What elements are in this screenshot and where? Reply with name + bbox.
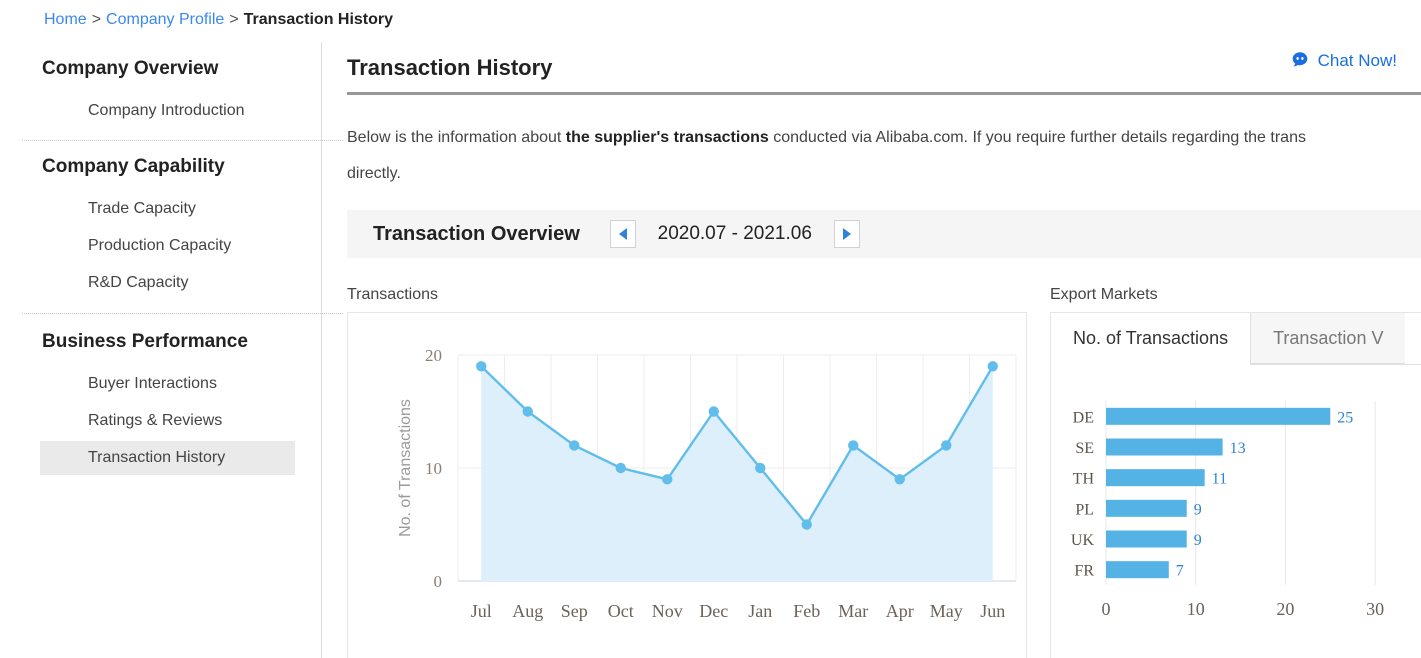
svg-text:Sep: Sep — [561, 601, 588, 621]
title-underline — [347, 92, 1421, 95]
export-markets-tabs: No. of Transactions Transaction V — [1051, 313, 1421, 365]
export-markets-caption: Export Markets — [1050, 286, 1158, 303]
sidebar-section-business-performance: Business Performance Buyer Interactions … — [0, 331, 321, 475]
chat-now-label: Chat Now! — [1317, 51, 1397, 70]
prev-period-button[interactable] — [609, 220, 636, 248]
intro-text-part1: Below is the information about — [347, 129, 566, 146]
svg-text:10: 10 — [1187, 599, 1205, 619]
breadcrumb-separator: > — [91, 11, 102, 28]
svg-text:Dec: Dec — [699, 601, 728, 621]
sidebar-divider — [22, 140, 343, 141]
page-title: Transaction History — [347, 55, 553, 80]
svg-text:Nov: Nov — [652, 601, 683, 621]
svg-text:Feb: Feb — [793, 601, 820, 621]
sidebar-item-company-introduction[interactable]: Company Introduction — [40, 94, 295, 128]
transaction-overview-bar: Transaction Overview 2020.07 - 2021.06 — [347, 210, 1421, 258]
sidebar: Company Overview Company Introduction Co… — [0, 42, 343, 658]
svg-text:May: May — [930, 601, 963, 621]
svg-text:30: 30 — [1366, 599, 1384, 619]
svg-text:TH: TH — [1073, 471, 1095, 488]
sidebar-section-company-overview: Company Overview Company Introduction — [0, 58, 321, 128]
date-range-navigator: 2020.07 - 2021.06 — [609, 220, 860, 248]
sidebar-section-title: Company Capability — [42, 156, 225, 177]
breadcrumb-item-company-profile[interactable]: Company Profile — [106, 11, 224, 28]
svg-text:Apr: Apr — [886, 601, 914, 621]
transaction-overview-title: Transaction Overview — [373, 222, 580, 245]
main-content: Transaction History Chat Now! Below is t… — [323, 42, 1421, 658]
svg-text:9: 9 — [1194, 501, 1202, 518]
tab-transaction-value[interactable]: Transaction V — [1250, 313, 1406, 364]
breadcrumb-separator: > — [229, 11, 239, 28]
svg-text:PL: PL — [1075, 501, 1094, 518]
breadcrumb-item-current: Transaction History — [243, 11, 394, 28]
svg-text:Mar: Mar — [838, 601, 868, 621]
svg-text:20: 20 — [425, 346, 442, 365]
svg-text:0: 0 — [1102, 599, 1111, 619]
svg-text:11: 11 — [1212, 471, 1227, 488]
intro-text-part2: conducted via Alibaba.com. If you requir… — [768, 129, 1306, 146]
svg-text:Jan: Jan — [748, 601, 772, 621]
transactions-chart-caption: Transactions — [347, 286, 438, 303]
breadcrumb-item-home[interactable]: Home — [44, 11, 87, 28]
sidebar-item-ratings-reviews[interactable]: Ratings & Reviews — [40, 404, 295, 438]
sidebar-item-rd-capacity[interactable]: R&D Capacity — [40, 266, 295, 300]
svg-text:13: 13 — [1230, 440, 1246, 457]
intro-text-bold: the supplier's transactions — [565, 129, 769, 146]
chevron-right-icon — [842, 228, 851, 240]
svg-text:7: 7 — [1176, 563, 1184, 580]
sidebar-section-company-capability: Company Capability Trade Capacity Produc… — [0, 156, 321, 300]
svg-text:20: 20 — [1276, 599, 1294, 619]
export-markets-bar-chart: DE 25 SE 13 TH 11 PL 9 UK 9 FR 7 0 10 20 30 — [1071, 401, 1384, 619]
export-markets-panel: No. of Transactions Transaction V DE 25 SE… — [1050, 312, 1421, 658]
svg-text:10: 10 — [425, 459, 442, 478]
svg-text:Jun: Jun — [980, 601, 1005, 621]
date-range-label: 2020.07 - 2021.06 — [657, 223, 812, 244]
svg-text:9: 9 — [1194, 532, 1202, 549]
chevron-left-icon — [618, 228, 627, 240]
chat-now-button[interactable]: Chat Now! — [1289, 50, 1397, 72]
svg-text:Oct: Oct — [608, 601, 634, 621]
sidebar-section-title: Business Performance — [42, 331, 248, 352]
sidebar-section-title: Company Overview — [42, 58, 219, 79]
intro-paragraph: Below is the information about the suppl… — [347, 120, 1421, 192]
svg-text:Aug: Aug — [512, 601, 543, 621]
chat-mascot-icon — [1289, 50, 1311, 72]
next-period-button[interactable] — [833, 220, 860, 248]
transactions-line-chart: 0 10 20 No. of Transactions Jul Aug Sep Oct Nov D… — [397, 346, 1017, 621]
svg-text:No. of Transactions: No. of Transactions — [397, 399, 414, 537]
tab-no-of-transactions[interactable]: No. of Transactions — [1051, 313, 1251, 365]
svg-text:DE: DE — [1073, 409, 1094, 426]
svg-text:25: 25 — [1337, 409, 1353, 426]
sidebar-item-trade-capacity[interactable]: Trade Capacity — [40, 192, 295, 226]
intro-text-line2: directly. — [347, 165, 401, 182]
sidebar-item-production-capacity[interactable]: Production Capacity — [40, 229, 295, 263]
svg-text:SE: SE — [1075, 440, 1094, 457]
svg-text:UK: UK — [1071, 532, 1095, 549]
transactions-chart-panel: 0 10 20 No. of Transactions Jul Aug Sep Oct Nov D… — [347, 312, 1027, 658]
svg-text:0: 0 — [434, 572, 443, 591]
sidebar-divider — [22, 313, 343, 314]
sidebar-item-buyer-interactions[interactable]: Buyer Interactions — [40, 367, 295, 401]
breadcrumb: Home > Company Profile > Transaction History — [44, 9, 393, 31]
svg-text:FR: FR — [1074, 563, 1094, 580]
svg-text:Jul: Jul — [471, 601, 492, 621]
sidebar-item-transaction-history[interactable]: Transaction History — [40, 441, 295, 475]
